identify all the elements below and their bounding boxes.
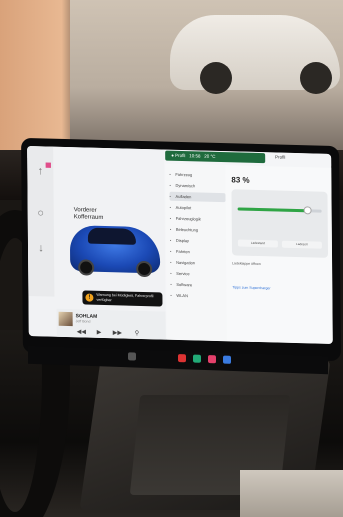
charge-time-button[interactable]: Ladezeit [281,240,322,249]
menu-item-label: Aufladen [175,193,192,200]
charge-limit-card: Ladestand Ladezeit [231,189,329,258]
app-icon[interactable] [208,355,216,364]
settings-menu-item[interactable]: • WLAN [170,291,226,301]
app-icon[interactable] [223,355,231,364]
warning-banner[interactable]: ! Warnung bei Müdigkeit, Fahrerprofil ve… [82,290,163,307]
settings-menu-item[interactable]: • Aufladen [169,191,226,203]
album-art [58,311,73,327]
charge-limit-handle[interactable] [303,206,312,215]
menu-item-label: Autopilot [175,204,192,211]
arrow-down-icon[interactable]: ↓ [34,241,48,255]
play-icon[interactable]: ▶ [97,329,102,336]
charge-level-button[interactable]: Ladestand [237,239,278,248]
previous-icon[interactable]: ◀◀ [77,328,86,335]
next-icon[interactable]: ▶▶ [113,329,122,336]
seat-heat-icon[interactable]: ■ [41,158,55,172]
menu-item-label: Service [176,270,190,277]
temperature: 20 °C [204,153,216,159]
menu-item-label: Fahrzeuglogik [175,215,201,222]
settings-menu-item[interactable]: • Fahrzeug [169,170,225,180]
settings-menu-item[interactable]: • Display [170,236,226,246]
menu-item-label: Software [176,281,193,288]
photo-scene: 83 % ● Profil 10:58 20 °C Profil ↑ ■ ○ ↓… [0,0,343,517]
app-icon[interactable] [193,354,201,363]
car-roof-glass [87,227,136,245]
media-player: SOHLAM Jeff Bond ◀◀ ▶ ▶▶ ⚲ [56,308,166,340]
menu-item-label: WLAN [176,292,188,299]
settings-menu: • Fahrzeug • Dynamisch • Aufladen • Autopilot • F… [165,163,227,342]
clock: 10:58 [189,153,201,159]
menu-item-label: Fahrzeug [175,171,193,178]
console-edge [240,470,343,517]
settings-menu-item[interactable]: • Beleuchtung [170,225,226,235]
car-icon[interactable] [128,352,136,361]
settings-menu-item[interactable]: • Navigation [170,258,226,268]
trunk-label[interactable]: Vorderer Kofferraum [74,207,104,222]
profile-label: Profil [175,152,186,159]
settings-menu-item[interactable]: • Service [170,269,226,279]
quick-controls: ↑ ■ ○ ↓ [27,145,55,297]
profile-name[interactable]: Profil [275,154,285,159]
settings-menu-item[interactable]: • Software [170,280,226,290]
charging-panel: 83 % Ladestand Ladezeit Ladeklappe öffne… [225,165,333,344]
warning-icon: ! [85,293,94,302]
charge-limit-fill [237,207,308,213]
charge-port-note[interactable]: Ladeklappe öffnen [232,261,261,266]
charge-level: 83 % [231,175,250,185]
lock-icon[interactable]: ○ [34,206,48,220]
app-icon[interactable] [178,354,186,363]
menu-item-label: Display [175,237,190,244]
menu-item-label: Navigation [176,259,196,266]
car-wheel-front [78,259,95,276]
menu-item-label: Fahrten [175,248,190,255]
charge-limit-slider[interactable] [237,206,322,215]
settings-menu-item[interactable]: • Autopilot [170,203,226,213]
poster-car-wheel [200,62,232,94]
settings-menu-item[interactable]: • Fahrten [170,247,226,257]
menu-item-label: Beleuchtung [175,226,199,233]
track-artist: Jeff Bond [75,319,91,324]
supercharger-link[interactable]: Tipps zum Supercharger [232,285,270,290]
menu-item-label: Dynamisch [175,182,196,189]
settings-menu-item[interactable]: • Dynamisch [169,181,225,191]
poster-car-wheel [300,62,332,94]
touchscreen[interactable]: 83 % ● Profil 10:58 20 °C Profil ↑ ■ ○ ↓… [27,145,333,344]
warning-text: Warnung bei Müdigkeit, Fahrerprofil verf… [96,292,154,302]
car-wheel-rear [136,260,153,278]
profile-pill[interactable]: ● Profil 10:58 20 °C [165,150,266,164]
settings-menu-item[interactable]: • Fahrzeuglogik [170,214,226,224]
touchscreen-bezel: 83 % ● Profil 10:58 20 °C Profil ↑ ■ ○ ↓… [21,137,341,362]
search-icon[interactable]: ⚲ [135,330,139,337]
